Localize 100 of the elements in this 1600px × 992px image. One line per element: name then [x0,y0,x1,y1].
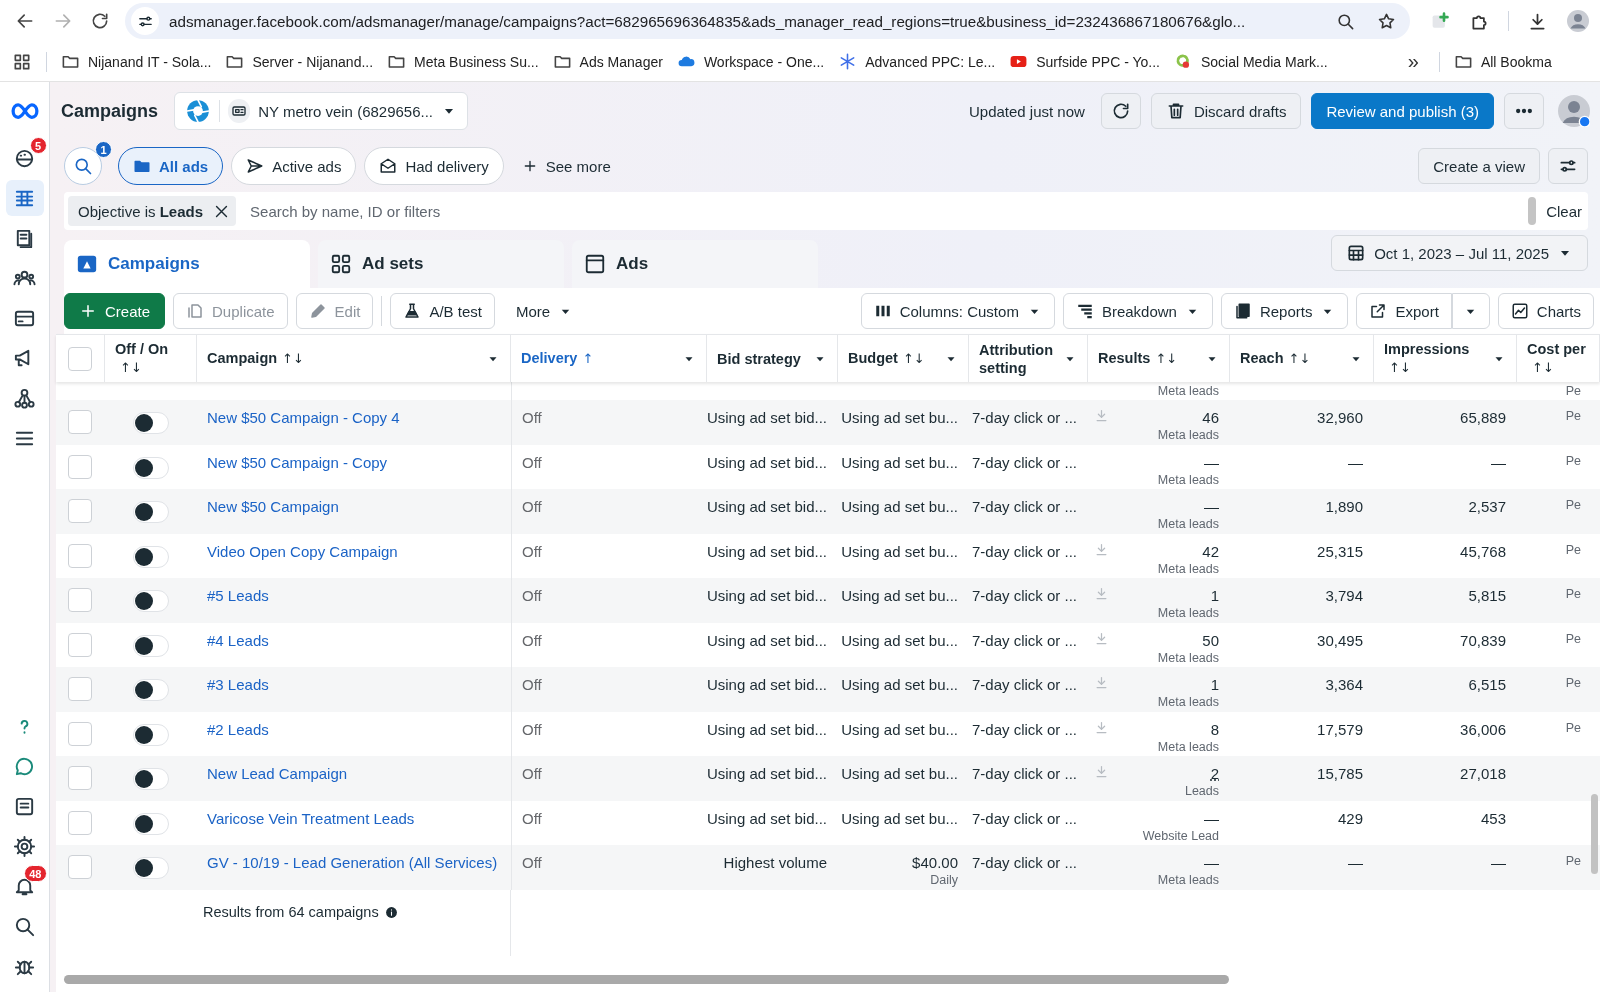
campaign-link[interactable]: #3 Leads [207,676,500,693]
scroll-thumb[interactable] [1528,197,1537,225]
create-button[interactable]: Create [64,293,166,329]
sidebar-item[interactable]: 5 [5,140,44,176]
column-header[interactable]: Delivery ↑ [521,349,594,368]
see-more-button[interactable]: See more [511,157,621,175]
customize-button[interactable] [1548,148,1588,184]
bookmark-link[interactable]: All Bookma [1453,52,1552,71]
on-off-toggle[interactable] [132,590,169,612]
publish-button[interactable]: Review and publish (3) [1311,93,1494,129]
campaign-link[interactable]: GV - 10/19 - Lead Generation (All Services) [207,854,500,871]
level-tab[interactable]: Ads [572,240,818,288]
bookmark-link[interactable]: Meta Business Su... [387,52,539,71]
level-tab[interactable]: Ad sets [318,240,564,288]
filter-chip[interactable]: All ads [118,147,224,185]
clear-button[interactable]: Clear [1536,192,1588,230]
row-checkbox[interactable] [68,766,92,790]
on-off-toggle[interactable] [132,412,169,434]
row-checkbox[interactable] [68,410,92,434]
column-header[interactable]: Bid strategy [717,349,801,368]
refresh-button[interactable] [1100,93,1141,129]
delivery-status: Off [522,498,543,515]
discard-drafts-button[interactable]: Discard drafts [1150,93,1302,129]
on-off-toggle[interactable] [132,723,169,746]
info-icon [384,905,398,919]
create-view-button[interactable]: Create a view [1418,148,1540,184]
row-checkbox[interactable] [68,677,92,701]
row-checkbox[interactable] [68,810,92,835]
level-tab[interactable]: Campaigns [64,240,310,288]
campaign-link[interactable]: New Lead Campaign [207,765,500,782]
impressions-value: 65,889 [1460,409,1506,426]
sidebar-item[interactable] [5,180,44,216]
column-header[interactable]: Cost per ↑↓ [1527,340,1589,377]
horizontal-scrollbar[interactable] [64,975,1229,984]
on-off-toggle[interactable] [132,812,169,835]
delivery-status: Off [522,720,543,738]
bookmark-link[interactable]: Workspace - One... [676,52,825,71]
filter-chip[interactable]: Active ads [231,147,357,185]
budget-value: Using ad set bu... [841,498,958,515]
row-checkbox[interactable] [68,543,92,568]
column-header[interactable]: Reach ↑↓ [1240,349,1311,368]
campaign-link[interactable]: New $50 Campaign [207,498,500,515]
profile-avatar[interactable] [1558,95,1590,127]
address-bar[interactable]: adsmanager.facebook.com/adsmanager/manage/campaigns?act=682965696364835&ads_manager_read_regions=true&business_id=232436867180676&glo... [125,3,1410,39]
select-all-checkbox[interactable] [68,346,92,371]
row-checkbox[interactable] [68,855,92,879]
result-type: Meta leads [1157,606,1219,620]
more-button[interactable] [1504,93,1544,129]
bookmark-link[interactable]: Ads Manager [552,52,663,71]
campaign-link[interactable]: Varicose Vein Treatment Leads [207,809,500,827]
reach-value: 429 [1337,809,1363,827]
attribution-setting: 7-day click or ... [971,809,1077,827]
on-off-toggle[interactable] [132,679,169,701]
row-checkbox[interactable] [68,588,92,612]
column-header[interactable]: Off / On ↑↓ [115,340,186,377]
column-header[interactable]: Attribution setting [979,340,1063,377]
attribution-setting: 7-day click or ... [971,720,1077,738]
row-checkbox[interactable] [68,721,92,746]
attribution-setting: 7-day click or ... [971,498,1077,515]
campaign-link[interactable]: New $50 Campaign - Copy [207,453,500,471]
filter-chip[interactable]: Had delivery [364,147,504,185]
charts-button[interactable]: Charts [1497,293,1594,329]
account-selector[interactable]: NY metro vein (6829656... [174,92,469,130]
bookmark-link[interactable]: Server - Nijanand... [225,52,374,71]
column-header[interactable]: Campaign ↑↓ [207,349,304,368]
campaign-link[interactable]: Video Open Copy Campaign [207,542,500,560]
campaign-link[interactable]: #2 Leads [207,720,500,738]
campaign-link[interactable]: #4 Leads [207,631,500,649]
reports-button[interactable]: Reports [1220,293,1349,329]
campaign-link[interactable]: #5 Leads [207,587,500,604]
abtest-button[interactable]: A/B test [390,293,495,329]
impressions-value: 5,815 [1468,587,1506,604]
on-off-toggle[interactable] [132,634,169,657]
bookmarks-overflow-button[interactable]: » [1401,50,1425,73]
sidebar-item[interactable]: 48 [5,868,44,904]
breakdown-button[interactable]: Breakdown [1062,293,1213,329]
columns-button[interactable]: Columns: Custom [860,293,1055,329]
results-value: — [1204,809,1219,827]
export-button[interactable]: Export [1356,293,1452,329]
on-off-toggle[interactable] [132,768,169,790]
on-off-toggle[interactable] [132,545,169,568]
bid-strategy: Using ad set bid... [706,587,827,604]
column-header[interactable]: Results ↑↓ [1098,349,1178,368]
row-checkbox[interactable] [68,454,92,479]
bookmark-link[interactable]: Social Media Mark... [1173,52,1328,71]
on-off-toggle[interactable] [132,857,169,879]
row-checkbox[interactable] [68,632,92,657]
column-header[interactable]: Budget ↑↓ [848,349,925,368]
on-off-toggle[interactable] [132,501,169,523]
bookmark-link[interactable]: Nijanand IT - Sola... [61,52,212,71]
vertical-scrollbar[interactable] [1591,794,1598,874]
row-checkbox[interactable] [68,499,92,523]
date-range-picker[interactable]: Oct 1, 2023 – Jul 11, 2025 [1331,235,1588,271]
search-button[interactable] [64,147,102,185]
budget-period: Daily [930,873,958,887]
bookmark-link[interactable]: Surfside PPC - Yo... [1009,52,1160,71]
on-off-toggle[interactable] [132,456,169,479]
column-header[interactable]: Impressions ↑↓ [1384,340,1492,377]
campaign-link[interactable]: New $50 Campaign - Copy 4 [207,409,500,426]
bookmark-link[interactable]: Advanced PPC: Le... [838,52,996,71]
